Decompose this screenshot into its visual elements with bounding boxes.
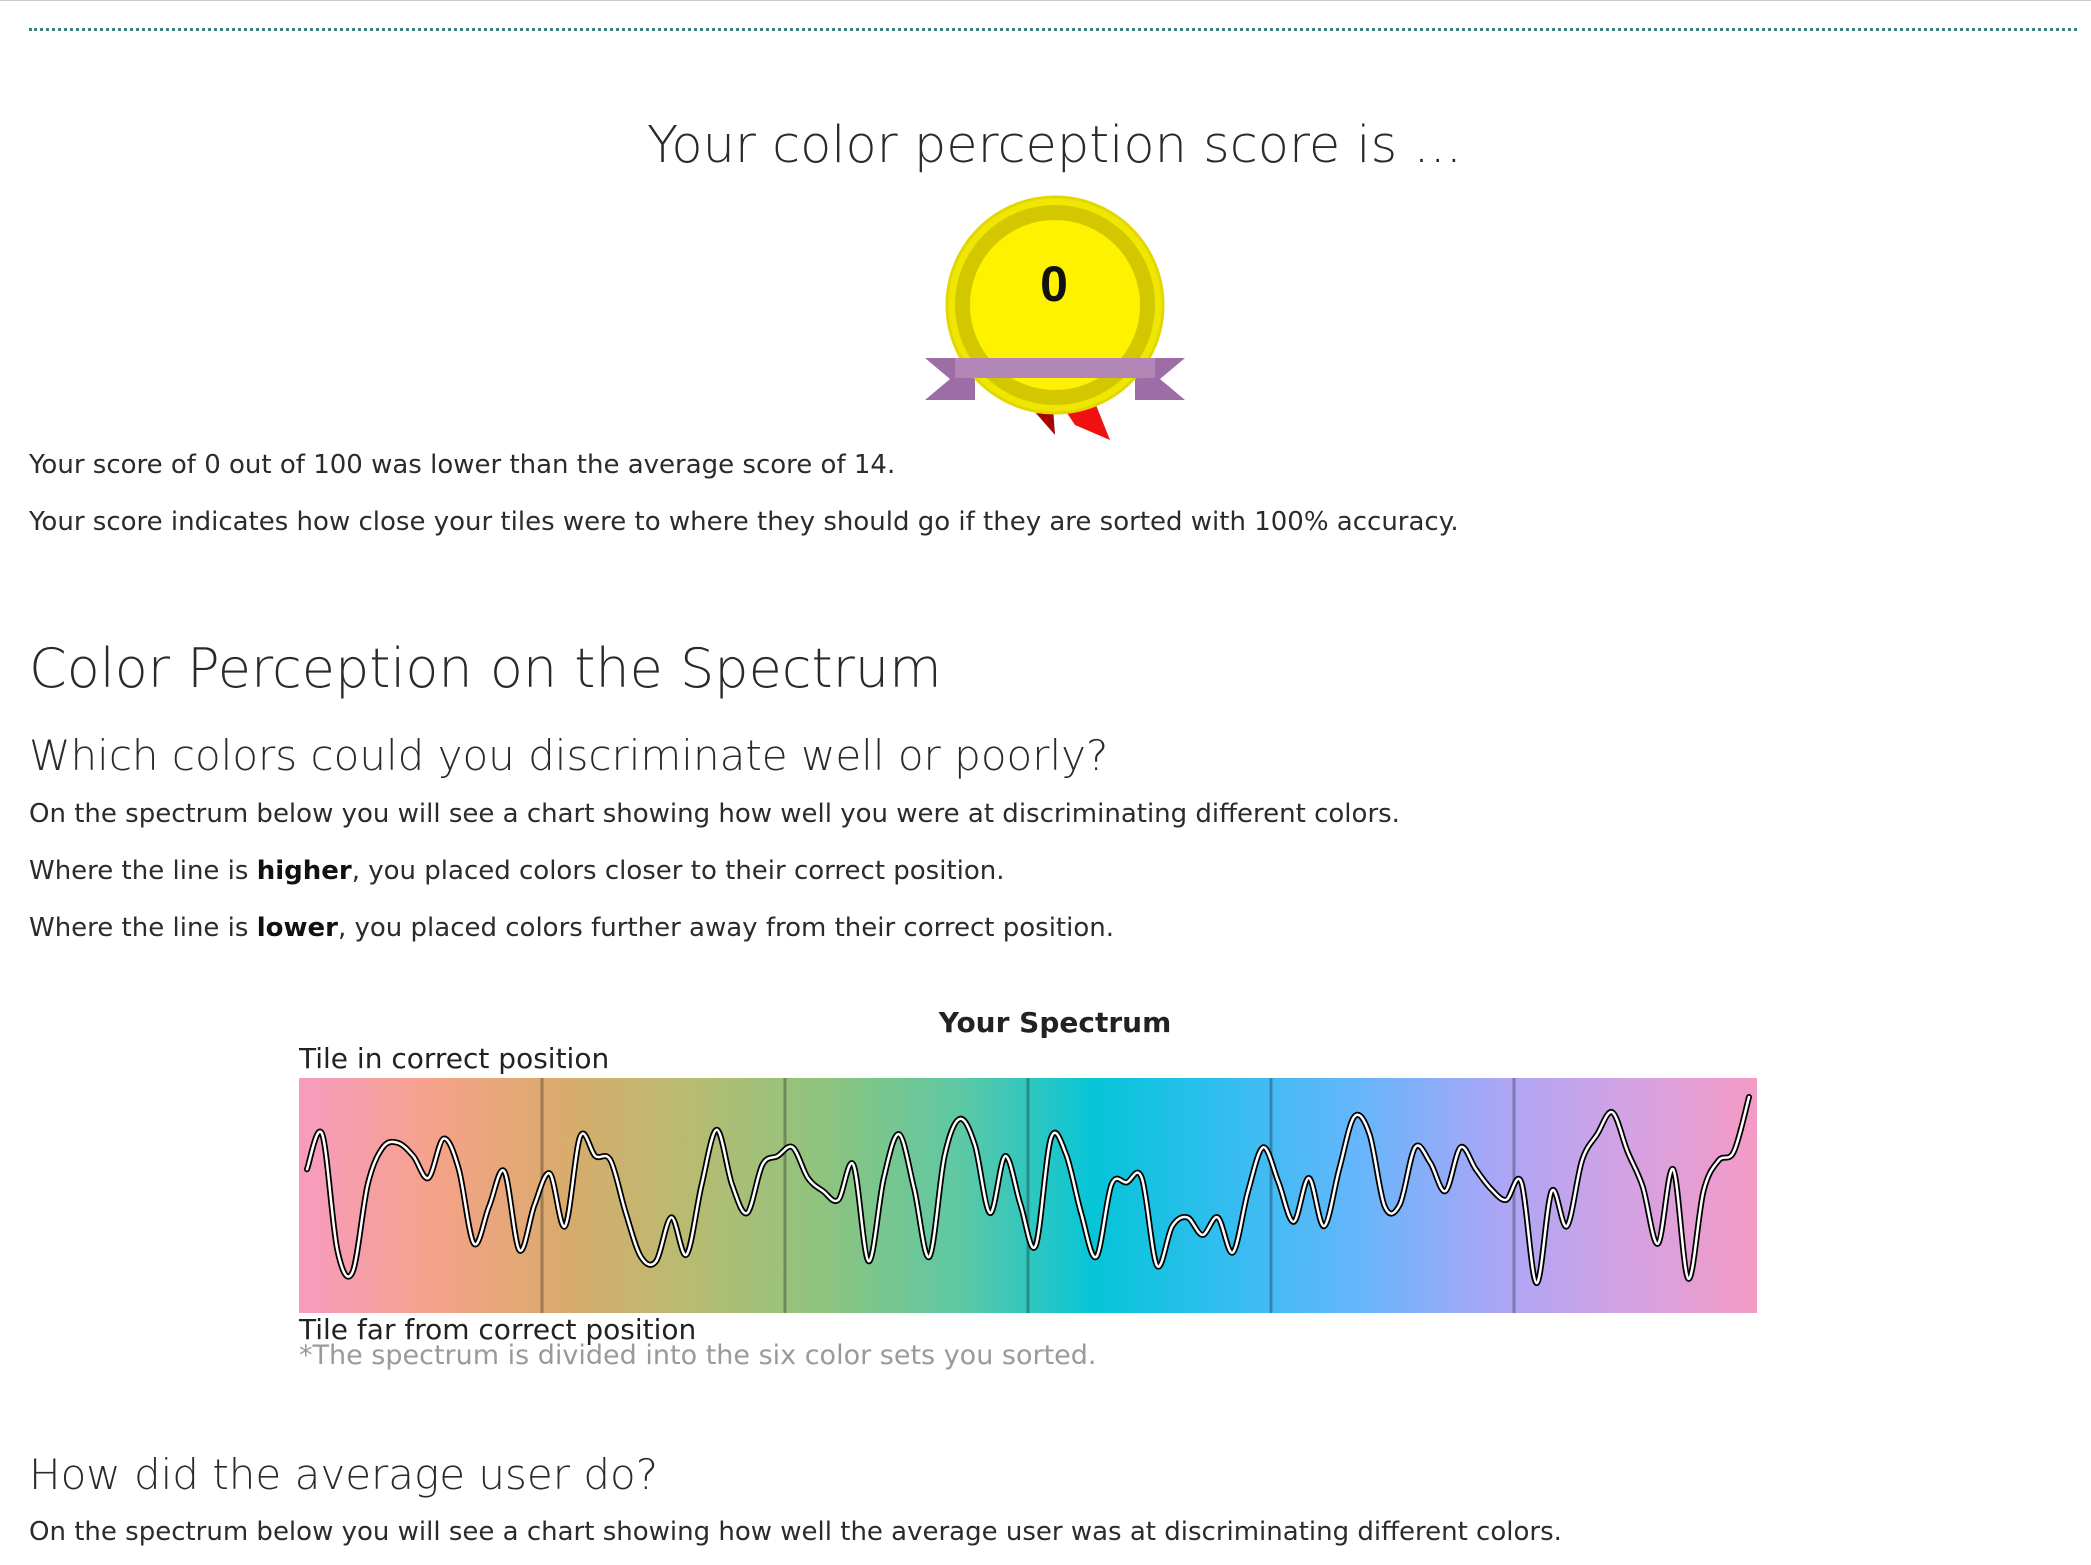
medal-score: 0 <box>1040 256 1068 312</box>
spectrum-chart <box>299 1078 1757 1313</box>
spectrum-section-title: Color Perception on the Spectrum <box>29 637 942 700</box>
medal-icon <box>925 195 1185 440</box>
higher-word: higher <box>256 856 352 886</box>
higher-suffix: , you placed colors closer to their corr… <box>351 856 1005 886</box>
axis-label-top: Tile in correct position <box>299 1042 610 1075</box>
score-heading: Your color perception score is ... <box>646 116 1462 175</box>
score-summary: Your score of 0 out of 100 was lower tha… <box>29 450 896 480</box>
lower-word: lower <box>256 913 338 943</box>
average-intro: On the spectrum below you will see a cha… <box>29 1517 1562 1547</box>
higher-prefix: Where the line is <box>29 856 257 886</box>
chart-footnote: *The spectrum is divided into the six co… <box>299 1340 1097 1371</box>
score-explanation: Your score indicates how close your tile… <box>29 507 1459 537</box>
top-border <box>0 0 2091 1</box>
lower-explanation: Where the line is lower, you placed colo… <box>29 913 1114 943</box>
spectrum-section-subtitle: Which colors could you discriminate well… <box>29 731 1109 780</box>
lower-prefix: Where the line is <box>29 913 257 943</box>
average-section-title: How did the average user do? <box>29 1450 659 1499</box>
chart-title: Your Spectrum <box>938 1006 1172 1039</box>
higher-explanation: Where the line is higher, you placed col… <box>29 856 1005 886</box>
spectrum-intro: On the spectrum below you will see a cha… <box>29 799 1400 829</box>
medal-banner <box>955 358 1155 378</box>
dotted-separator <box>29 28 2077 31</box>
lower-suffix: , you placed colors further away from th… <box>337 913 1114 943</box>
